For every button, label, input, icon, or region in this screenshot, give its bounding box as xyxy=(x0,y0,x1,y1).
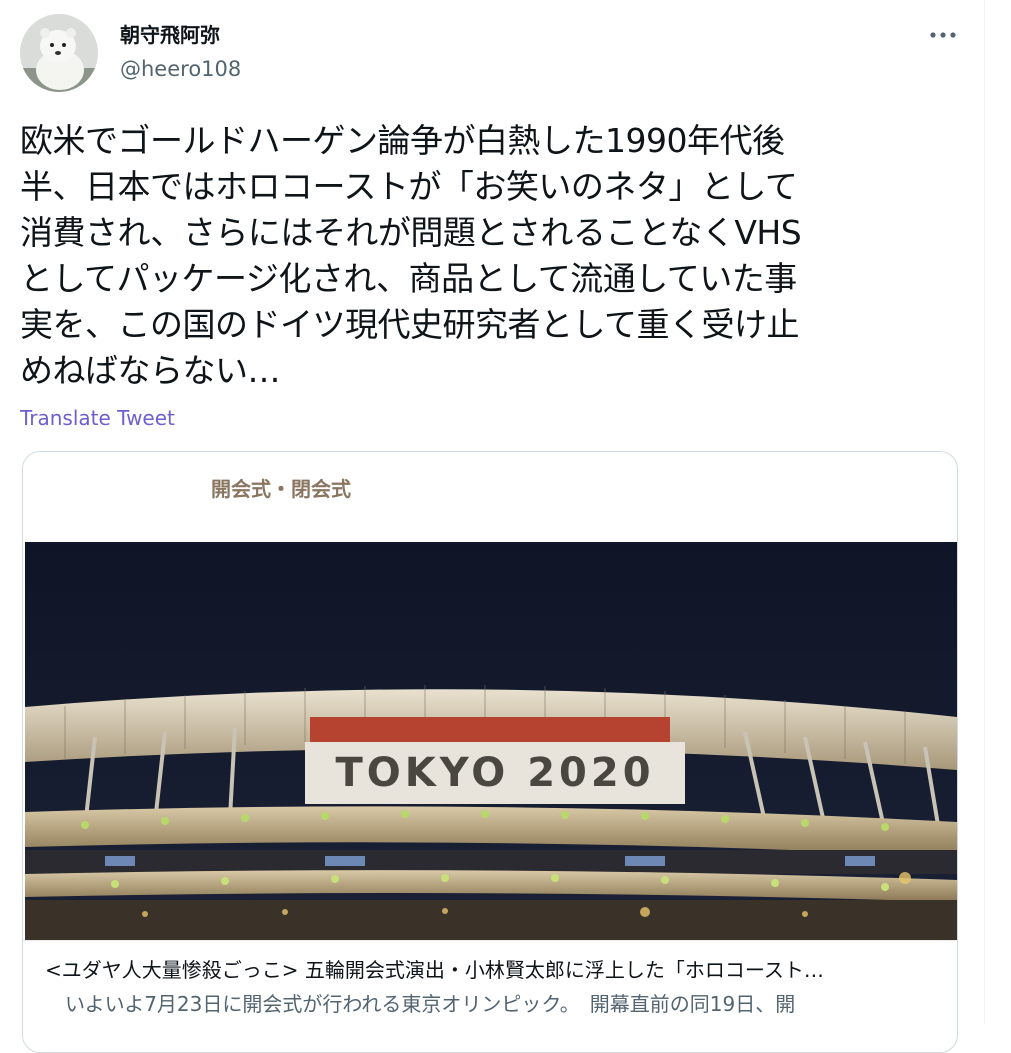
card-header-text: 開会式・閉会式 xyxy=(211,477,351,501)
timeline-border xyxy=(984,0,985,1024)
more-horizontal-icon xyxy=(930,32,956,38)
card-header: 開会式・閉会式 xyxy=(23,452,957,542)
card-title: <ユダヤ人大量惨殺ごっこ> 五輪開会式演出・小林賢太郎に浮上した「ホロコースト… xyxy=(45,958,824,982)
card-info: <ユダヤ人大量惨殺ごっこ> 五輪開会式演出・小林賢太郎に浮上した「ホロコースト…… xyxy=(23,940,957,1052)
banner-text: TOKYO 2020 xyxy=(335,750,654,796)
user-handle[interactable]: @heero108 xyxy=(120,55,241,83)
translate-tweet-link[interactable]: Translate Tweet xyxy=(20,404,175,432)
display-name[interactable]: 朝守飛阿弥 xyxy=(120,22,220,48)
tweet-text-line: 半、日本ではホロコーストが「お笑いのネタ」として xyxy=(20,167,798,206)
tweet-text-line: 欧米でゴールドハーゲン論争が白熱した1990年代後 xyxy=(20,121,785,160)
tweet-text: 欧米でゴールドハーゲン論争が白熱した1990年代後 半、日本ではホロコーストが「… xyxy=(20,118,950,394)
avatar[interactable] xyxy=(20,14,98,92)
tweet-text-line: 実を、この国のドイツ現代史研究者として重く受け止 xyxy=(20,305,800,344)
tweet-text-line: めねばならない… xyxy=(20,351,281,390)
polar-bear-avatar-icon xyxy=(20,14,98,92)
stadium-photo: TOKYO 2020 xyxy=(25,542,957,940)
tweet-text-line: としてパッケージ化され、商品として流通していた事 xyxy=(20,259,797,298)
card-description: いよいよ7月23日に開会式が行われる東京オリンピック。 開幕直前の同19日、開 xyxy=(65,992,796,1016)
tweet-text-line: 消費され、さらにはそれが問題とされることなくVHS xyxy=(20,213,802,252)
more-options-button[interactable] xyxy=(922,20,964,50)
link-preview-card[interactable]: 開会式・閉会式 TOKYO 2020 <ユダヤ人大量惨殺ごっこ> 五輪開会式演出… xyxy=(22,451,958,1053)
